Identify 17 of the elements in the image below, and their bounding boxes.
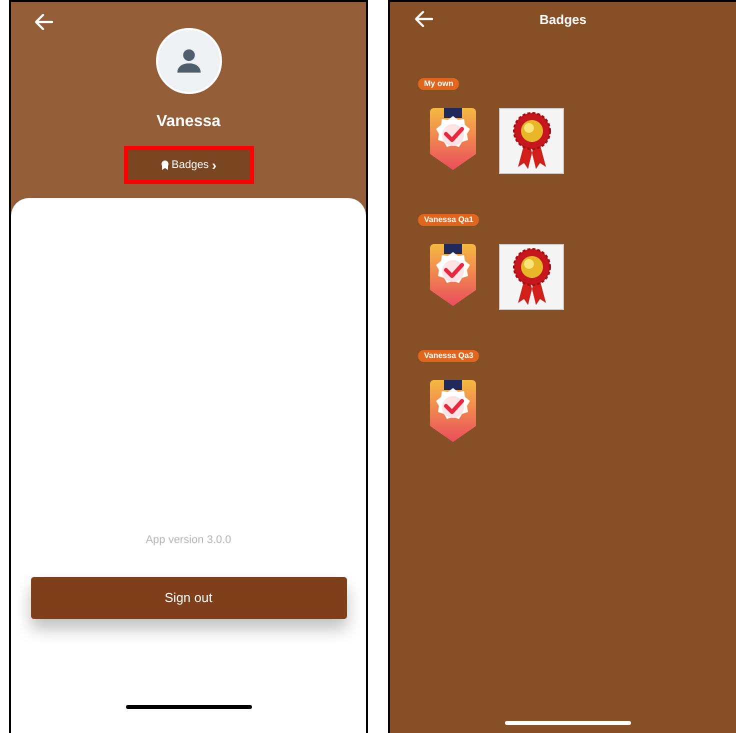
profile-name: Vanessa — [156, 112, 221, 132]
badges-link[interactable]: Badges › — [124, 146, 254, 184]
rosette-award-image — [499, 108, 564, 174]
checkmark-shield-badge-icon — [430, 380, 476, 442]
group-label: My own — [418, 78, 460, 90]
back-arrow-icon[interactable] — [415, 11, 433, 27]
group-label: Vanessa Qa3 — [418, 350, 480, 362]
back-arrow-icon[interactable] — [35, 14, 53, 30]
screen-title: Badges — [540, 11, 586, 30]
checkmark-shield-badge-icon — [430, 244, 476, 306]
checkmark-shield-badge-icon — [430, 108, 476, 170]
group-label: Vanessa Qa1 — [418, 214, 480, 226]
ribbon-icon — [160, 160, 168, 170]
app-version: App version 3.0.0 — [146, 533, 232, 548]
rosette-award-image — [499, 244, 564, 310]
person-icon — [174, 47, 202, 75]
sign-out-button[interactable]: Sign out — [30, 576, 346, 618]
